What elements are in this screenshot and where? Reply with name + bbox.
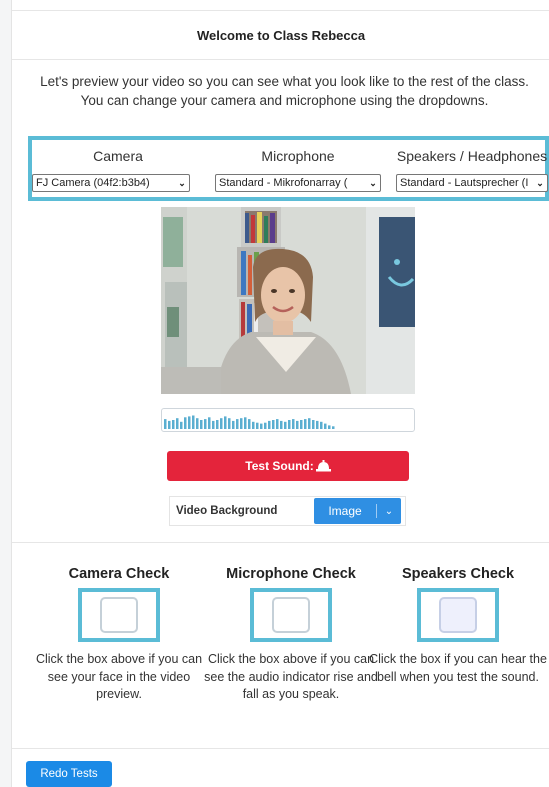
speakers-check-description: Click the box if you can hear the bell w… [369,652,547,684]
test-sound-label: Test Sound: [245,459,314,473]
audio-level-bar [268,420,271,429]
audio-level-bar [308,418,311,429]
audio-level-bar [324,423,327,429]
camera-label: Camera [93,148,143,164]
audio-level-bar [176,418,179,429]
footer-divider [12,748,549,749]
chevron-down-icon: ⌄ [536,177,544,188]
camera-check-box[interactable] [100,597,138,633]
microphone-check-highlight [250,588,332,642]
audio-level-bars [164,415,335,429]
audio-level-bar [320,421,323,429]
microphone-check: Microphone Check Click the box above if … [201,564,381,704]
audio-level-bar [292,419,295,429]
speakers-selector: Speakers / Headphones Standard - Lautspr… [392,146,549,192]
chevron-down-icon: ⌄ [178,177,186,188]
audio-level-bar [276,419,279,429]
chevron-down-icon: ⌄ [369,177,377,188]
audio-level-bar [208,417,211,429]
audio-level-bar [260,423,263,429]
camera-check-description: Click the box above if you can see your … [35,652,203,701]
audio-level-bar [312,420,315,429]
video-preview-image [161,207,415,394]
audio-level-bar [256,422,259,429]
video-background-row: Video Background Image ⌄ [169,496,406,526]
chevron-down-icon: ⌄ [384,505,394,517]
audio-level-bar [328,425,331,429]
audio-level-bar [252,421,255,429]
audio-level-bar [332,426,335,429]
audio-level-indicator [161,408,415,432]
audio-level-bar [304,419,307,429]
audio-level-bar [204,419,207,429]
dialog-header: Welcome to Class Rebecca [12,10,549,60]
audio-level-bar [188,416,191,429]
audio-level-bar [244,417,247,429]
audio-level-bar [180,421,183,429]
microphone-check-title: Microphone Check [226,566,356,582]
redo-tests-label: Redo Tests [40,768,98,780]
audio-level-bar [316,420,319,429]
audio-level-bar [212,420,215,429]
speakers-check-title: Speakers Check [401,566,515,582]
audio-level-bar [184,417,187,429]
section-divider [12,542,549,543]
audio-level-bar [296,420,299,429]
microphone-check-box[interactable] [272,597,310,633]
speakers-dropdown[interactable]: Standard - Lautsprecher (I ⌄ [396,174,548,192]
camera-selected-value: FJ Camera (04f2:b3b4) [36,177,150,189]
video-background-value: Image [328,504,362,518]
audio-level-bar [236,419,239,429]
camera-dropdown[interactable]: FJ Camera (04f2:b3b4) ⌄ [32,174,190,192]
test-sound-button[interactable]: Test Sound: [167,451,409,481]
audio-level-bar [192,415,195,429]
microphone-selector: Microphone Standard - Mikrofonarray ( ⌄ [212,146,384,192]
audio-level-bar [240,418,243,429]
device-selectors: Camera FJ Camera (04f2:b3b4) ⌄ Microphon… [28,136,549,201]
redo-tests-button[interactable]: Redo Tests [26,761,112,787]
dialog-title: Welcome to Class Rebecca [196,27,366,43]
audio-level-bar [248,419,251,429]
audio-level-bar [232,420,235,429]
speakers-check-box[interactable] [439,597,477,633]
microphone-selected-value: Standard - Mikrofonarray ( [219,177,348,189]
audio-level-bar [196,418,199,429]
audio-level-bar [264,422,267,429]
audio-level-bar [288,420,291,429]
microphone-dropdown[interactable]: Standard - Mikrofonarray ( ⌄ [215,174,381,192]
audio-level-bar [220,418,223,429]
speakers-check-highlight [417,588,499,642]
audio-level-bar [284,421,287,429]
audio-level-bar [228,418,231,429]
camera-check-title: Camera Check [68,566,170,582]
class-welcome-dialog: Welcome to Class Rebecca Let's preview y… [11,0,549,787]
microphone-check-description: Click the box above if you can see the a… [204,652,378,701]
audio-level-bar [224,416,227,429]
microphone-label: Microphone [261,148,335,164]
audio-level-bar [216,420,219,429]
speakers-label: Speakers / Headphones [396,148,548,164]
audio-level-bar [200,420,203,429]
bell-icon [315,460,331,472]
intro-text: Let's preview your video so you can see … [40,74,529,108]
audio-level-bar [300,420,303,429]
speakers-selected-value: Standard - Lautsprecher (I [400,177,529,189]
audio-level-bar [168,420,171,429]
video-background-dropdown[interactable]: Image ⌄ [314,498,401,524]
audio-level-bar [172,420,175,429]
speakers-check: Speakers Check Click the box if you can … [368,564,548,686]
camera-check: Camera Check Click the box above if you … [29,564,209,704]
audio-level-bar [272,420,275,429]
audio-level-bar [280,420,283,429]
video-background-label: Video Background [176,505,278,517]
camera-check-highlight [78,588,160,642]
audio-level-bar [164,419,167,429]
video-preview [161,207,415,394]
camera-selector: Camera FJ Camera (04f2:b3b4) ⌄ [32,146,204,192]
